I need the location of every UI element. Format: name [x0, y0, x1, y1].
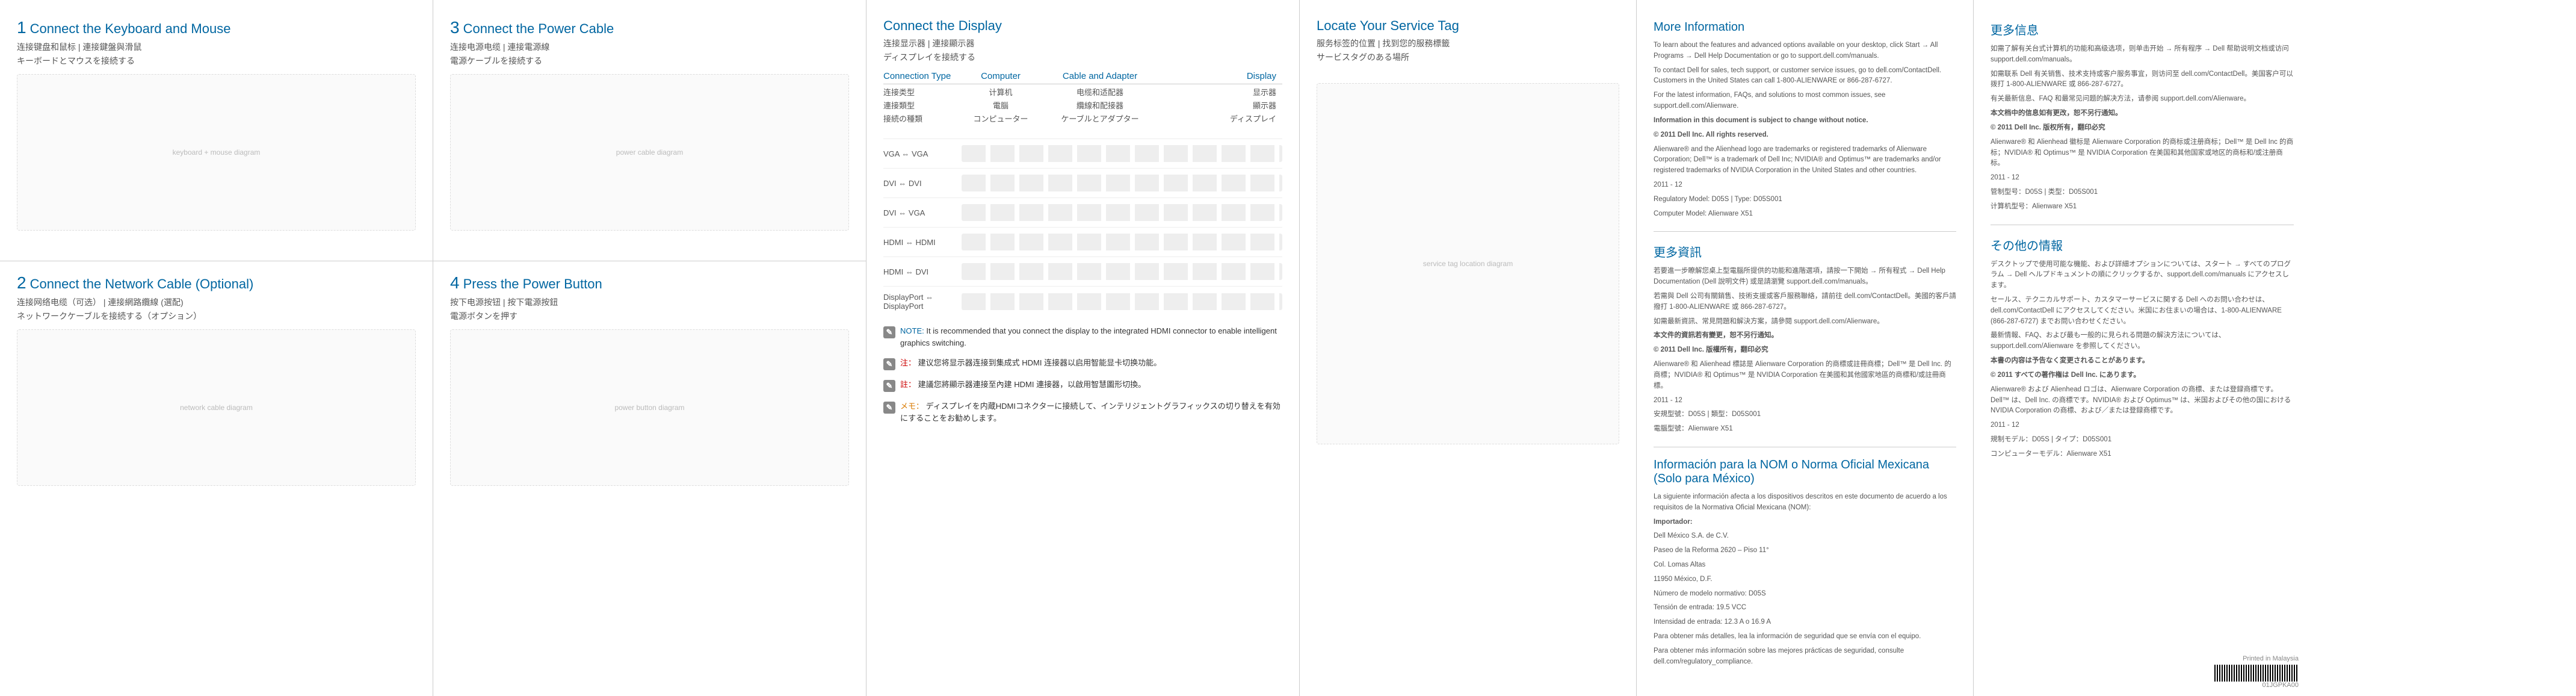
- conn-row-dp-dp: DisplayPort ⇔ DisplayPort: [883, 286, 1282, 317]
- panel-service-tag: Locate Your Service Tag 服务标签的位置 | 找到您的服務…: [1300, 0, 1637, 696]
- barcode-code: 01JGPKA00: [2214, 682, 2299, 689]
- step-3: 3Connect the Power Cable 连接电源电缆 | 連接電源線 …: [450, 18, 849, 231]
- note-icon: ✎: [883, 402, 895, 414]
- note-icon: ✎: [883, 358, 895, 370]
- display-jp: ディスプレイを接続する: [883, 51, 1282, 63]
- divider: [1654, 231, 1956, 232]
- more-info-en-body: To learn about the features and advanced…: [1654, 40, 1956, 223]
- step-1-jp: キーボードとマウスを接続する: [17, 55, 416, 67]
- more-info-zhs-body: 如需了解有关台式计算机的功能和高级选项，则单击开始 → 所有程序 → Dell …: [1991, 44, 2294, 216]
- barcode: [2214, 665, 2299, 682]
- panel-info-2: 更多信息 如需了解有关台式计算机的功能和高级选项，则单击开始 → 所有程序 → …: [1974, 0, 2311, 696]
- service-title: Locate Your Service Tag: [1317, 18, 1619, 34]
- service-tag-illustration: service tag location diagram: [1317, 83, 1619, 444]
- step-4: 4Press the Power Button 按下电源按钮 | 按下電源按鈕 …: [450, 273, 849, 486]
- col-cable-adapter: Cable and Adapter: [1040, 71, 1160, 81]
- step-3-illustration: power cable diagram: [450, 74, 849, 231]
- display-table-header-zht: 連接類型 電腦 纜線和配接器 顯示器: [883, 98, 1282, 111]
- more-info-jp-heading: その他の情報: [1991, 236, 2294, 253]
- setup-poster: 1Connect the Keyboard and Mouse 连接键盘和鼠标 …: [0, 0, 2576, 696]
- display-title: Connect the Display: [883, 18, 1282, 34]
- conn-diagram: [962, 234, 1282, 250]
- more-info-zhs-heading: 更多信息: [1991, 20, 2294, 38]
- step-1: 1Connect the Keyboard and Mouse 连接键盘和鼠标 …: [17, 18, 416, 231]
- nom-heading: Información para la NOM o Norma Oficial …: [1654, 458, 1956, 486]
- col-computer: Computer: [962, 71, 1040, 81]
- more-info-zht-heading: 更多資訊: [1654, 243, 1956, 260]
- step-4-illustration: power button diagram: [450, 329, 849, 486]
- display-zh: 连接显示器 | 連接顯示器: [883, 37, 1282, 49]
- footer: Printed in Malaysia 01JGPKA00: [2214, 655, 2299, 689]
- note-icon: ✎: [883, 326, 895, 338]
- panel-steps-1-2: 1Connect the Keyboard and Mouse 连接键盘和鼠标 …: [0, 0, 433, 696]
- step-4-zh: 按下电源按钮 | 按下電源按鈕: [450, 296, 849, 308]
- conn-diagram: [962, 263, 1282, 280]
- panel-info-1: More Information To learn about the feat…: [1637, 0, 1974, 696]
- step-2-zh: 连接网络电缆（可选） | 連接網路纜線 (選配): [17, 296, 416, 308]
- conn-row-dvi-dvi: DVI ⇔ DVI: [883, 168, 1282, 197]
- step-3-zh: 连接电源电缆 | 連接電源線: [450, 41, 849, 53]
- conn-diagram: [962, 145, 1282, 162]
- display-table-header-en: Connection Type Computer Cable and Adapt…: [883, 71, 1282, 84]
- step-2-jp: ネットワークケーブルを接続する（オプション）: [17, 310, 416, 322]
- conn-row-vga-vga: VGA ⇔ VGA: [883, 138, 1282, 168]
- step-3-title-text: Connect the Power Cable: [463, 21, 614, 36]
- step-1-illustration: keyboard + mouse diagram: [17, 74, 416, 231]
- conn-row-hdmi-dvi: HDMI ⇔ DVI: [883, 256, 1282, 286]
- display-table-header-jp: 接続の種類 コンピューター ケーブルとアダプター ディスプレイ: [883, 111, 1282, 124]
- col-connection-type: Connection Type: [883, 71, 962, 81]
- step-2-title-text: Connect the Network Cable (Optional): [30, 276, 254, 291]
- more-info-zht-body: 若要進一步瞭解您桌上型電腦所提供的功能和進階選項，請按一下開始 → 所有程式 →…: [1654, 266, 1956, 438]
- step-4-jp: 電源ボタンを押す: [450, 310, 849, 322]
- step-1-zh: 连接键盘和鼠标 | 連接鍵盤與滑鼠: [17, 41, 416, 53]
- note-en: ✎ NOTE: It is recommended that you conne…: [883, 325, 1282, 349]
- conn-diagram: [962, 204, 1282, 221]
- step-2: 2Connect the Network Cable (Optional) 连接…: [17, 273, 416, 486]
- conn-diagram: [962, 293, 1282, 310]
- step-4-title-text: Press the Power Button: [463, 276, 602, 291]
- step-3-jp: 電源ケーブルを接続する: [450, 55, 849, 67]
- printed-in: Printed in Malaysia: [2214, 655, 2299, 662]
- note-zht: ✎ 註： 建議您將顯示器連接至內建 HDMI 連接器，以啟用智慧圖形切換。: [883, 379, 1282, 392]
- more-info-en-heading: More Information: [1654, 20, 1956, 34]
- note-icon: ✎: [883, 380, 895, 392]
- panel-steps-3-4: 3Connect the Power Cable 连接电源电缆 | 連接電源線 …: [433, 0, 866, 696]
- service-jp: サービスタグのある場所: [1317, 51, 1619, 63]
- nom-body: La siguiente información afecta a los di…: [1654, 492, 1956, 671]
- note-jp: ✎ メモ： ディスプレイを内蔵HDMIコネクターに接続して、インテリジェントグラ…: [883, 400, 1282, 424]
- conn-diagram: [962, 175, 1282, 191]
- service-zh: 服务标签的位置 | 找到您的服務標籤: [1317, 37, 1619, 49]
- connection-rows: VGA ⇔ VGA DVI ⇔ DVI DVI ⇔ VGA HDMI ⇔ HDM…: [883, 138, 1282, 317]
- conn-row-dvi-vga: DVI ⇔ VGA: [883, 197, 1282, 227]
- note-zhs: ✎ 注： 建议您将显示器连接到集成式 HDMI 连接器以启用智能显卡切换功能。: [883, 357, 1282, 370]
- step-4-title: 4Press the Power Button: [450, 273, 849, 293]
- more-info-jp-body: デスクトップで使用可能な機能、および詳細オプションについては、スタート → すべ…: [1991, 259, 2294, 464]
- col-display: Display: [1160, 71, 1282, 81]
- step-1-title: 1Connect the Keyboard and Mouse: [17, 18, 416, 37]
- step-2-title: 2Connect the Network Cable (Optional): [17, 273, 416, 293]
- step-2-illustration: network cable diagram: [17, 329, 416, 486]
- step-3-title: 3Connect the Power Cable: [450, 18, 849, 37]
- step-1-title-text: Connect the Keyboard and Mouse: [30, 21, 231, 36]
- conn-row-hdmi-hdmi: HDMI ⇔ HDMI: [883, 227, 1282, 256]
- panel-display: Connect the Display 连接显示器 | 連接顯示器 ディスプレイ…: [866, 0, 1300, 696]
- display-table-header-zhs: 连接类型 计算机 电缆和适配器 显示器: [883, 84, 1282, 98]
